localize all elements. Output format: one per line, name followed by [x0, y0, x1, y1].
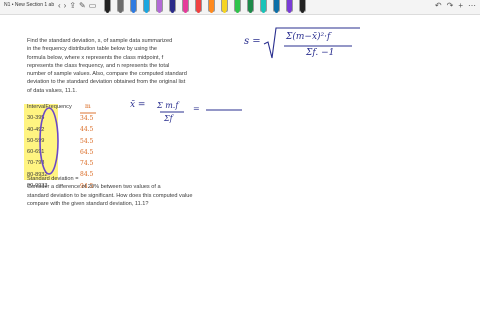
frequency-circle-annotation — [39, 107, 59, 175]
question-line: compare with the given standard deviatio… — [27, 200, 149, 207]
midpoint-value: 64.5 — [80, 148, 94, 156]
standard-deviation-section: Standard deviation = Consider a differen… — [27, 175, 192, 208]
s-denominator: Σf. −1 — [306, 48, 335, 58]
mean-numerator: Σ m.f — [157, 101, 179, 110]
s-lhs: s = — [244, 36, 261, 47]
mean-denominator: Σf — [164, 114, 173, 123]
midpoint-value: 34.5 — [80, 115, 94, 122]
midpoint-value: 44.5 — [80, 126, 94, 134]
annotation-layer — [39, 27, 360, 175]
s-numerator: Σ(m−x̄)²·f — [286, 32, 331, 42]
mean-equals: = — [193, 104, 200, 113]
standard-deviation-label: Standard deviation = — [27, 176, 79, 182]
question-line: standard deviation to be significant. Ho… — [27, 192, 193, 199]
midpoint-value: 54.5 — [80, 137, 94, 145]
question-line: Consider a difference of 20% between two… — [27, 184, 161, 191]
mean-lhs: x̄ = — [130, 100, 146, 110]
midpoint-header: m — [85, 103, 91, 110]
midpoint-value: 74.5 — [80, 160, 94, 168]
